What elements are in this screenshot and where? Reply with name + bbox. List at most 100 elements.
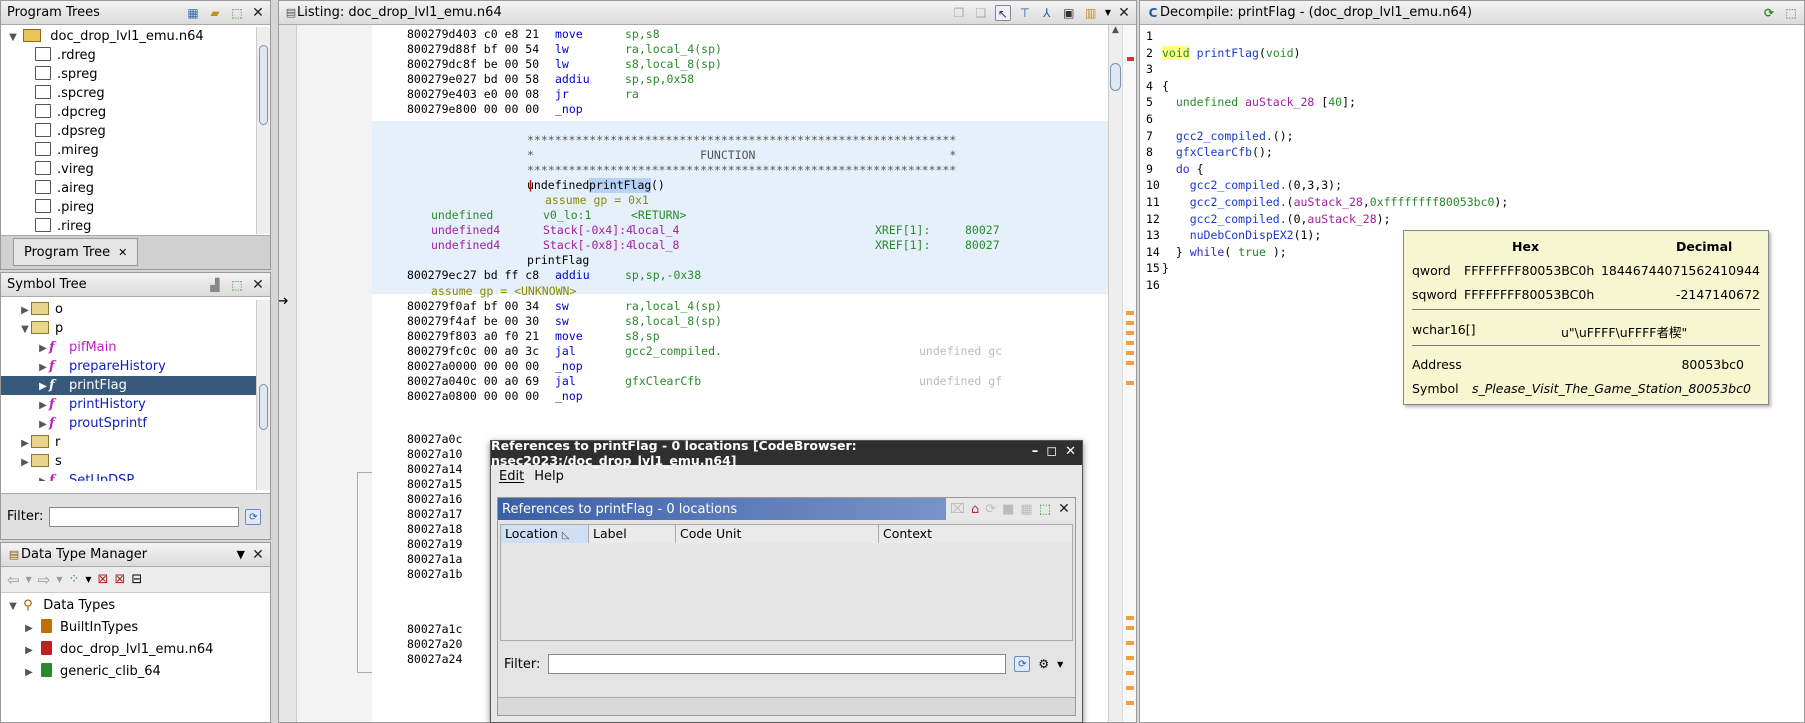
listing-line[interactable]: 800279e4 03 e0 00 08 jr ra [372,87,1108,102]
decompile-line[interactable]: 3 [1140,62,1804,77]
chevron-down-icon[interactable]: ▼ [56,575,62,584]
close-icon[interactable]: ✕ [1057,502,1071,516]
program-tree-item[interactable]: .aireg [1,179,270,198]
decompile-line[interactable]: 12 gcc2_compiled.(0,auStack_28); [1140,212,1804,227]
expand-icon[interactable]: ▶ [23,662,35,684]
menu-edit[interactable]: Edit [499,469,524,484]
listing-line[interactable]: 800279f4 af be 00 30 sw s8,local_8(sp) [372,314,1108,329]
listing-line[interactable]: assume gp = 0x1 [372,193,1108,208]
listing-line[interactable]: 80027a04 0c 00 a0 69 jal gfxClearCfb undefin… [372,374,1108,389]
refresh-icon[interactable]: ⟳ [1761,5,1777,21]
listing-line[interactable]: 800279fc 0c 00 a0 3c jal gcc2_compiled. unde… [372,344,1108,359]
expand-icon[interactable]: ▶ [37,472,49,481]
filter-options-icon[interactable]: ⟳ [1014,656,1031,672]
symbol-function-prepareHistory[interactable]: ▶ f prepareHistory [1,357,270,376]
tree-view-icon[interactable]: ⁘ [68,572,79,587]
filter-settings-icon[interactable]: ⚙ [1038,657,1049,671]
chevron-down-icon[interactable]: ▼ [1057,660,1063,669]
symbol-filter-input[interactable] [49,506,240,527]
expand-icon[interactable]: ▶ [19,301,31,320]
tab-program-tree[interactable]: Program Tree ✕ [13,238,139,266]
decompile-line[interactable]: 4{ [1140,79,1804,94]
paste-icon[interactable]: ❏ [973,5,989,21]
program-tree-item[interactable]: .vireg [1,160,270,179]
expand-icon[interactable]: ▶ [19,453,31,472]
collapse-all-icon[interactable]: ⊟ [131,572,142,587]
col-context[interactable]: Context [879,525,1072,543]
scroll-up-arrow-icon[interactable]: ▲ [1109,25,1122,35]
program-tree-scrollbar[interactable] [256,27,270,234]
snapshot-icon[interactable]: ▣ [1061,5,1077,21]
expand-icon[interactable]: ▶ [37,339,49,358]
listing-line[interactable]: ****************************************… [372,133,1108,148]
close-icon[interactable]: ✕ [251,6,265,20]
decompile-line[interactable]: 7 gcc2_compiled.(); [1140,129,1804,144]
listing-line[interactable]: 800279f0 af bf 00 34 sw ra,local_4(sp) [372,299,1108,314]
listing-line[interactable]: assume gp = <UNKNOWN> [372,284,1108,299]
expand-icon[interactable]: ▶ [37,377,49,396]
maximize-icon[interactable]: ◻ [1046,444,1057,459]
symbol-function-pifMain[interactable]: ▶ f pifMain [1,338,270,357]
close-icon[interactable]: ✕ [251,278,265,292]
create-namespace-icon[interactable]: ▟ [207,277,223,293]
chevron-down-icon[interactable]: ▼ [26,575,32,584]
listing-line[interactable]: 800279e0 27 bd 00 58 addiu sp,sp,0x58 [372,72,1108,87]
listing-scrollbar[interactable]: ▲ [1108,25,1122,722]
collapse-icon[interactable]: ▼ [19,320,31,339]
snapshot-icon[interactable]: ⬚ [229,277,245,293]
expand-icon[interactable]: ▶ [37,358,49,377]
program-tree-item[interactable]: .spreg [1,65,270,84]
decompile-line[interactable]: 5 undefined auStack_28 [40]; [1140,95,1804,110]
program-tree-item[interactable]: .spcreg [1,84,270,103]
symbol-function-partial[interactable]: ▶f SetUpDSP [1,471,270,481]
minimize-icon[interactable]: – [1032,444,1039,459]
col-code-unit[interactable]: Code Unit [676,525,879,543]
col-label[interactable]: Label [589,525,676,543]
listing-line[interactable]: 800279e8 00 00 00 00 _nop [372,102,1108,117]
listing-line[interactable]: undefined4 Stack[-0x8]:4 local_8 XREF[1]: 8… [372,238,1108,253]
forward-arrow-icon[interactable]: ⇨ [38,571,51,589]
refresh-icon[interactable]: ⟳ [985,502,996,517]
field-layout-icon[interactable]: ▥ [1083,5,1099,21]
cursor-icon[interactable]: ↖ [994,4,1011,21]
delete-icon[interactable]: ▦ [1020,502,1032,517]
tab-close-icon[interactable]: ✕ [118,246,127,259]
program-tree-item[interactable]: .dpsreg [1,122,270,141]
program-tree-item[interactable]: .dpcreg [1,103,270,122]
references-dialog-titlebar[interactable]: References to printFlag - 0 locations [C… [491,438,1082,468]
listing-line[interactable]: 800279ec 27 bd ff c8 addiu sp,sp,-0x38 [372,268,1108,283]
decompile-line[interactable]: 2 void printFlag(void) [1140,45,1804,61]
expand-icon[interactable]: ▶ [37,415,49,434]
filter-arrays-icon[interactable]: ⊠ [98,572,109,587]
tag-icon[interactable]: ⌧ [950,502,965,517]
program-tree-item[interactable]: .mireg [1,141,270,160]
program-tree-item[interactable]: .rdreg [1,46,270,65]
close-icon[interactable]: ✕ [251,548,265,562]
program-tree-item[interactable]: .pireg [1,198,270,217]
listing-line[interactable]: ****************************************… [372,163,1108,178]
symbol-function-proutSprintf[interactable]: ▶ f proutSprintf [1,414,270,433]
listing-line[interactable]: 80027a00 00 00 00 00 _nop [372,359,1108,374]
menu-help[interactable]: Help [534,469,564,484]
symbol-folder-o[interactable]: ▶ o [1,300,270,319]
listing-line[interactable]: * FUNCTION * [372,148,1108,163]
listing-line[interactable]: 800279d8 8f bf 00 54 lw ra,local_4(sp) [372,42,1108,57]
expand-icon[interactable]: ▶ [23,618,35,640]
copy-icon[interactable]: ❐ [951,5,967,21]
chevron-down-icon[interactable]: ▼ [237,548,245,561]
snapshot-icon[interactable]: ⬚ [1783,5,1799,21]
snapshot-icon[interactable]: ⬚ [1039,502,1051,517]
filter-options-icon[interactable]: ⟳ [245,508,262,525]
program-tree-root[interactable]: ▼ doc_drop_lvl1_emu.n64 [1,27,270,46]
decompile-line[interactable]: 6 [1140,112,1804,127]
new-tree-icon[interactable]: ▦ [185,5,201,21]
symbol-folder-r[interactable]: ▶ r [1,433,270,452]
collapse-icon[interactable]: ▼ [7,596,19,618]
listing-line[interactable]: undefined v0_lo:1 <RETURN> [372,208,1108,223]
symbol-folder-p[interactable]: ▼ p [1,319,270,338]
listing-line[interactable]: 800279f8 03 a0 f0 21 move s8,sp [372,329,1108,344]
close-icon[interactable]: ✕ [1117,6,1131,20]
data-types-root[interactable]: ▼ ⚲ Data Types [1,595,270,617]
chevron-down-icon[interactable]: ▼ [85,575,91,584]
open-folder-icon[interactable]: ▰ [207,5,223,21]
